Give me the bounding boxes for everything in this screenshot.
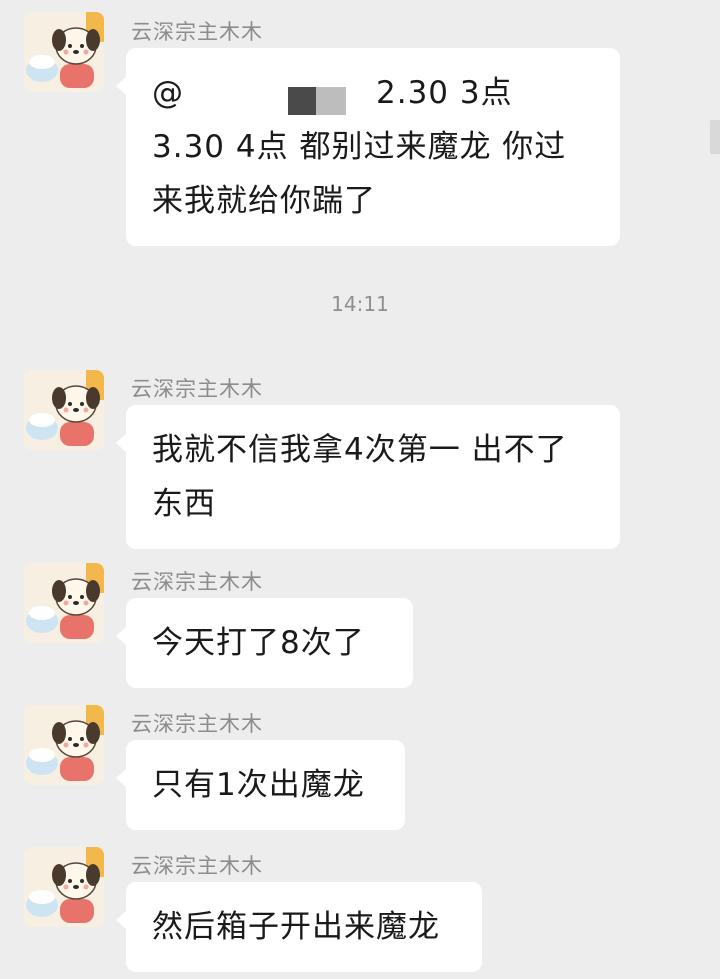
timestamp: 14:11 [331, 292, 389, 316]
dog-avatar-icon [24, 847, 104, 927]
sender-name: 云深宗主木木 [131, 20, 263, 44]
dog-avatar-icon [24, 12, 104, 92]
sender-name: 云深宗主木木 [131, 570, 263, 594]
sender-name: 云深宗主木木 [131, 712, 263, 736]
message-text: 然后箱子开出来魔龙 [152, 909, 440, 945]
sender-name: 云深宗主木木 [131, 377, 263, 401]
avatar[interactable] [24, 705, 104, 785]
dog-avatar-icon [24, 370, 104, 450]
message-bubble[interactable]: 今天打了8次了 [116, 598, 413, 688]
message-text: 只有1次出魔龙 [152, 767, 365, 803]
dog-avatar-icon [24, 705, 104, 785]
redacted-name [188, 78, 346, 115]
mention-at: @ [152, 75, 184, 111]
message-text: 我就不信我拿4次第一 出不了东西 [152, 432, 568, 522]
scroll-edge-indicator [710, 120, 720, 154]
avatar[interactable] [24, 12, 104, 92]
avatar[interactable] [24, 370, 104, 450]
chat-window: 云深宗主木木 @2.30 3点 3.30 4点 都别过来魔龙 你过来我就给你踹了… [0, 0, 720, 979]
message-bubble[interactable]: 我就不信我拿4次第一 出不了东西 [116, 405, 620, 549]
avatar[interactable] [24, 847, 104, 927]
message-bubble[interactable]: @2.30 3点 3.30 4点 都别过来魔龙 你过来我就给你踹了 [116, 48, 620, 246]
message-text: 今天打了8次了 [152, 625, 365, 661]
sender-name: 云深宗主木木 [131, 854, 263, 878]
message-bubble[interactable]: 然后箱子开出来魔龙 [116, 882, 482, 972]
dog-avatar-icon [24, 563, 104, 643]
avatar[interactable] [24, 563, 104, 643]
message-bubble[interactable]: 只有1次出魔龙 [116, 740, 405, 830]
